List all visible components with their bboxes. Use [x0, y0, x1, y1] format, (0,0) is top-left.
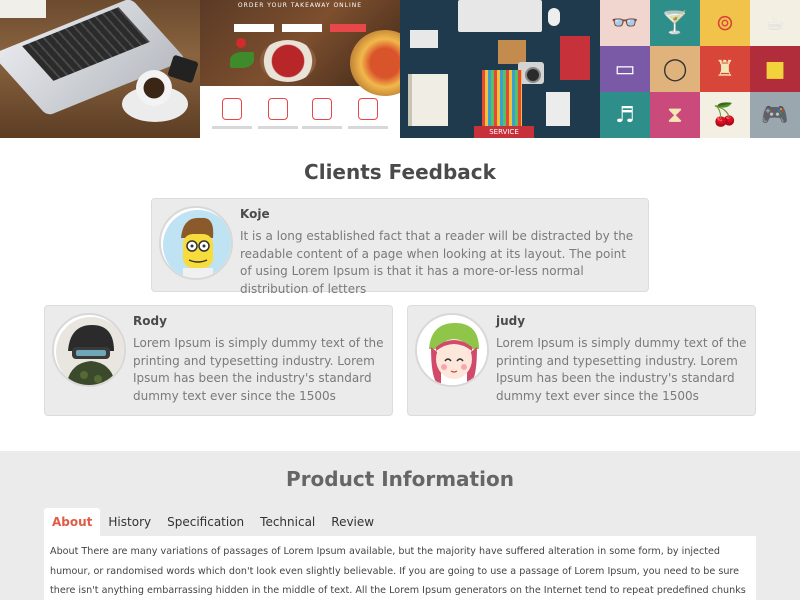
takeaway-button-shape [330, 24, 366, 32]
hourglass-icon [358, 98, 378, 120]
feedback-name: judy [496, 314, 526, 328]
avatar [415, 313, 489, 387]
sauce-bowl-shape [260, 40, 316, 82]
lifebuoy-icon: ⊚ [700, 0, 750, 46]
herb-shape [230, 52, 254, 68]
unicycle-icon: ◯ [650, 46, 700, 92]
tomato-shape [236, 38, 246, 48]
sponge-icon: ■ [750, 46, 800, 92]
laptop-flat-shape [458, 0, 542, 32]
tab-panel-about: About There are many variations of passa… [44, 536, 756, 600]
cherry-icon: 🍒 [700, 92, 750, 138]
tab-technical[interactable]: Technical [252, 508, 323, 536]
portfolio-banner: ORDER YOUR TAKEAWAY ONLINE SERVICE 👓 🍸 ⊚… [0, 0, 800, 138]
avatar [159, 206, 233, 280]
order-icon [312, 98, 332, 120]
pencils-shape [482, 70, 522, 126]
feedback-name: Rody [133, 314, 167, 328]
cartoon-soldier-icon [56, 317, 124, 385]
phone-shape [167, 54, 199, 84]
calculator-shape [546, 92, 570, 126]
bottle-icon: ♜ [700, 46, 750, 92]
wallet-shape [498, 40, 526, 64]
mouse-shape [548, 8, 560, 26]
cartoon-girl-icon [419, 317, 487, 385]
tab-specification[interactable]: Specification [159, 508, 252, 536]
caption-line [348, 126, 388, 129]
takeaway-input-shape [282, 24, 322, 32]
product-section-title: Product Information [286, 467, 514, 491]
takeaway-input-shape [234, 24, 274, 32]
card-shape [410, 30, 438, 48]
avatar [52, 313, 126, 387]
open-book-shape [408, 74, 448, 126]
caption-line [302, 126, 342, 129]
feedback-card: Koje It is a long established fact that … [151, 198, 649, 296]
piano-icon: ♬ [600, 92, 650, 138]
cartoon-man-icon [163, 210, 231, 278]
teacup-icon: ☕ [750, 0, 800, 46]
product-tabs: About History Specification Technical Re… [44, 508, 382, 536]
hourglass-icon: ⧗ [650, 92, 700, 138]
caption-line [212, 126, 252, 129]
sign-icon: ▭ [600, 46, 650, 92]
feedback-text: Lorem Ipsum is simply dummy text of the … [133, 336, 384, 403]
tab-about[interactable]: About [44, 508, 101, 536]
red-book-shape [560, 36, 590, 80]
feedback-name: Koje [240, 207, 270, 221]
menu-icon [268, 98, 288, 120]
portfolio-image-stationery[interactable]: SERVICE [400, 0, 600, 138]
gamepad-icon: 🎮 [750, 92, 800, 138]
portfolio-image-icons[interactable]: 👓 🍸 ⊚ ☕ ▭ ◯ ♜ ■ ♬ ⧗ 🍒 🎮 [600, 0, 800, 138]
notebook-shape [0, 0, 46, 18]
portfolio-image-takeaway[interactable]: ORDER YOUR TAKEAWAY ONLINE [200, 0, 400, 138]
service-tag: SERVICE [474, 126, 534, 138]
tab-history[interactable]: History [100, 508, 159, 536]
feedback-card: Rody Lorem Ipsum is simply dummy text of… [44, 305, 393, 416]
coffee-cup-shape [136, 70, 172, 106]
glasses-icon: 👓 [600, 0, 650, 46]
feedback-text: It is a long established fact that a rea… [240, 229, 634, 296]
cocktail-icon: 🍸 [650, 0, 700, 46]
feedback-section-title: Clients Feedback [304, 160, 496, 184]
location-icon [222, 98, 242, 120]
feedback-card: judy Lorem Ipsum is simply dummy text of… [407, 305, 756, 416]
portfolio-image-laptop[interactable] [0, 0, 200, 138]
feedback-text: Lorem Ipsum is simply dummy text of the … [496, 336, 747, 403]
caption-line [258, 126, 298, 129]
tab-review[interactable]: Review [323, 508, 382, 536]
takeaway-hero-title: ORDER YOUR TAKEAWAY ONLINE [237, 2, 363, 9]
